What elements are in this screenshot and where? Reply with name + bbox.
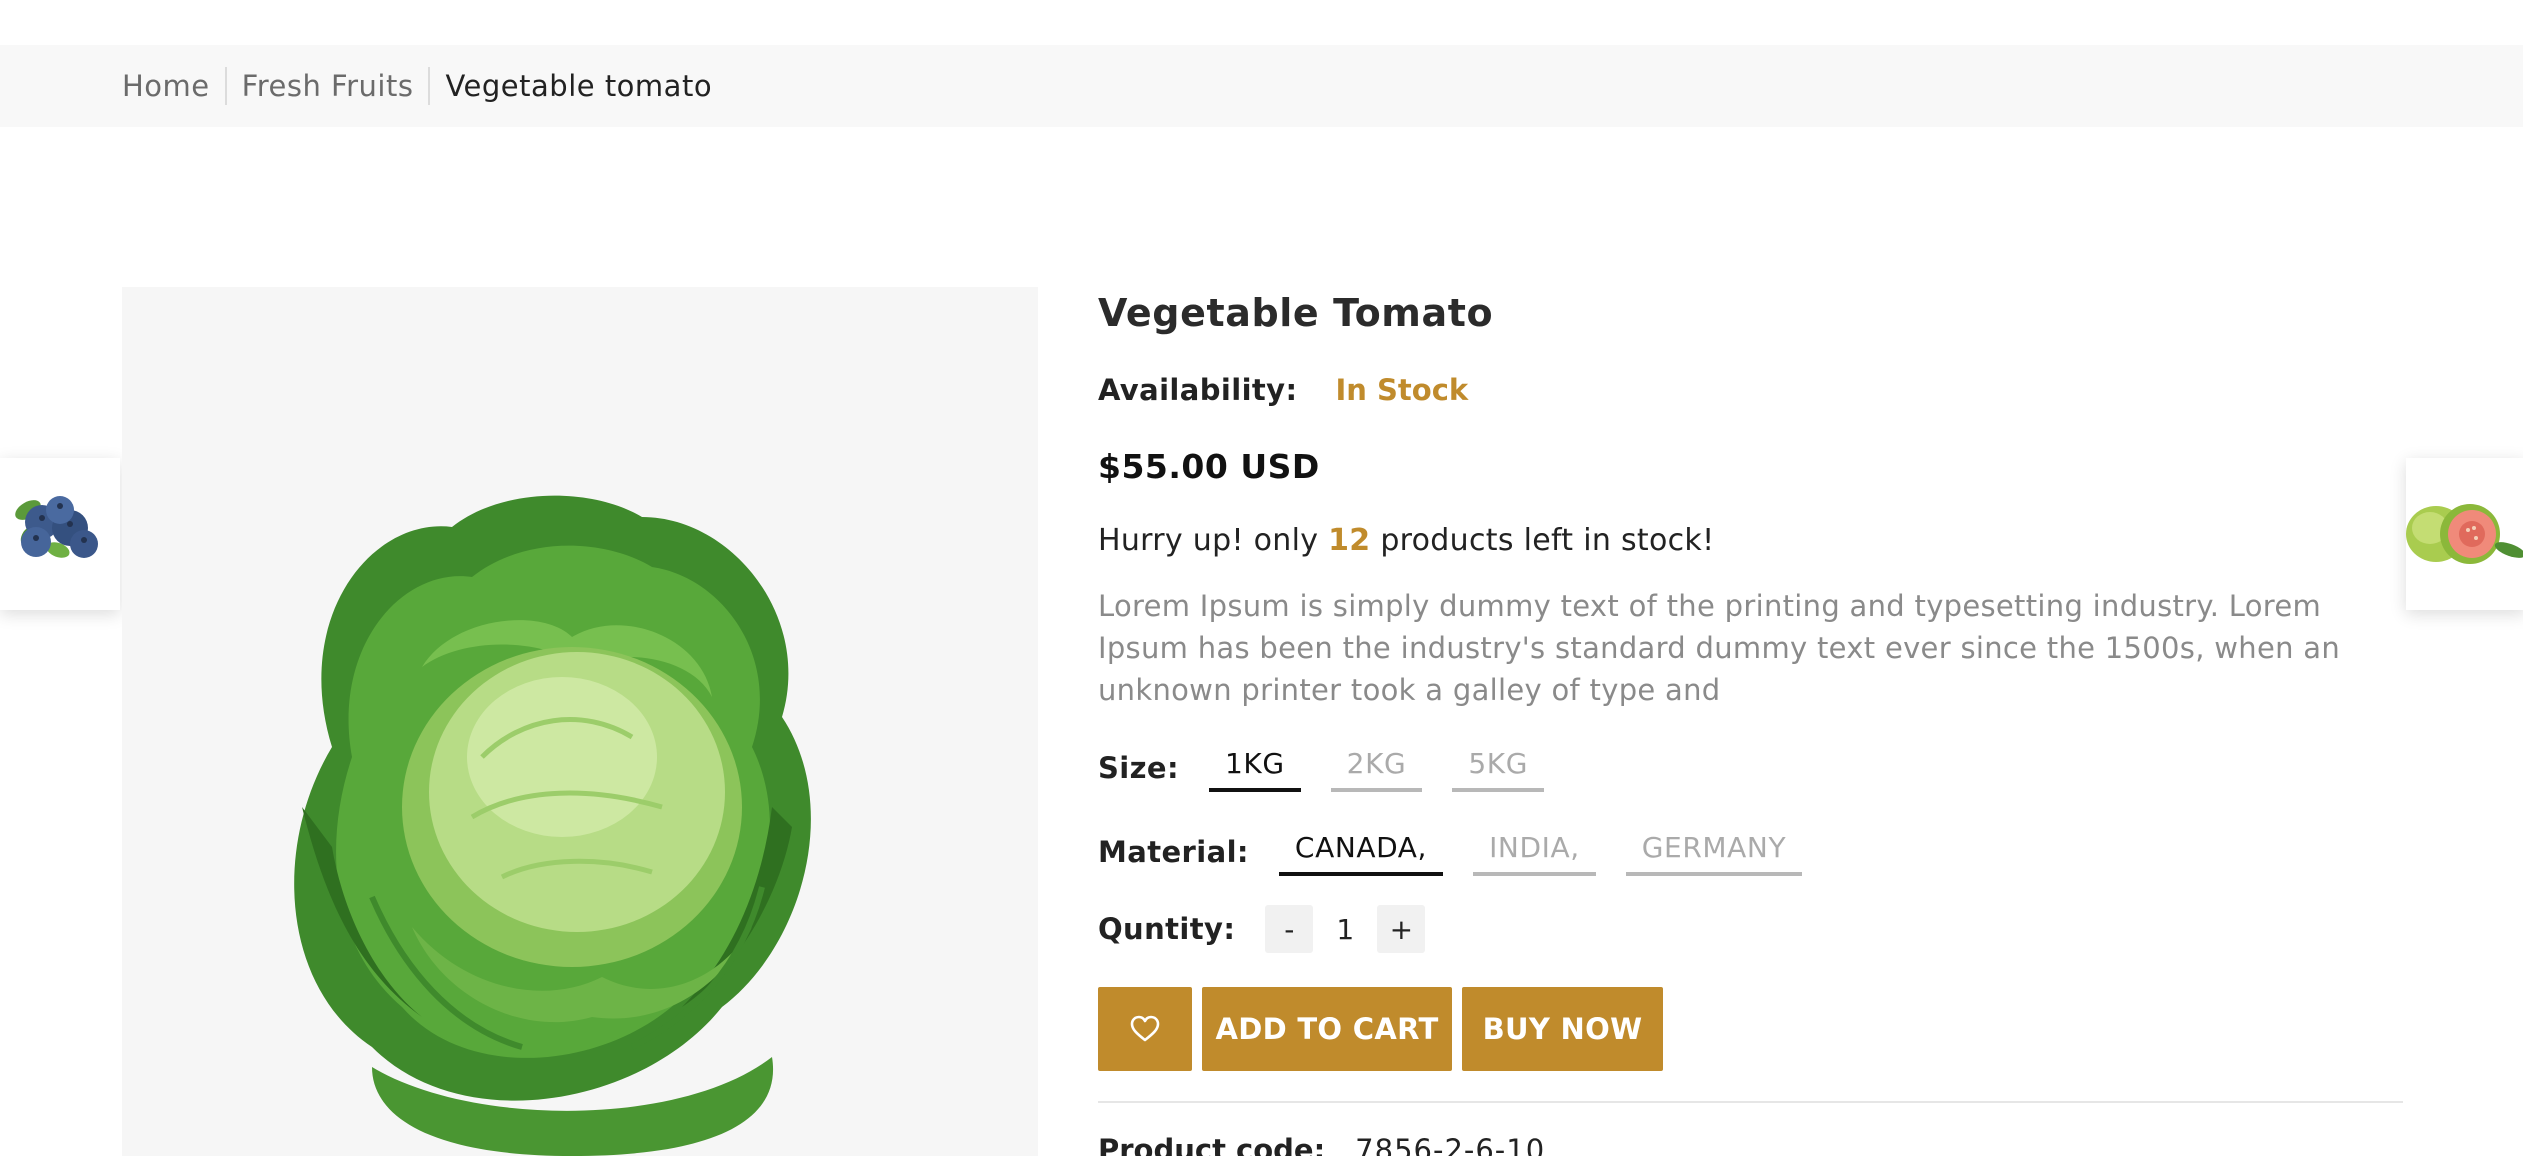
product-title: Vegetable Tomato	[1098, 291, 1494, 335]
availability-status: In Stock	[1335, 373, 1469, 407]
stock-notice-prefix: Hurry up! only	[1098, 523, 1319, 558]
purchase-actions: ADD TO CART BUY NOW	[1098, 987, 1673, 1071]
breadcrumb-bar: Home Fresh Fruits Vegetable tomato	[0, 45, 2523, 127]
blueberries-image	[15, 496, 98, 558]
add-to-cart-button[interactable]: ADD TO CART	[1202, 987, 1452, 1071]
product-image-gallery[interactable]	[122, 287, 1038, 1156]
size-selector: Size: 1KG 2KG 5KG	[1098, 743, 1574, 792]
product-price: $55.00 USD	[1098, 447, 1320, 486]
material-option-germany[interactable]: GERMANY	[1625, 827, 1803, 876]
wishlist-button[interactable]	[1098, 987, 1192, 1071]
quantity-input[interactable]: 1	[1313, 913, 1377, 946]
quantity-label: Quntity:	[1098, 912, 1236, 946]
previous-product-thumbnail[interactable]	[0, 458, 120, 610]
buy-now-button[interactable]: BUY NOW	[1462, 987, 1663, 1071]
material-selector: Material: CANADA, INDIA, GERMANY	[1098, 827, 1832, 876]
quantity-increase-button[interactable]: +	[1377, 905, 1426, 953]
breadcrumb-fresh-fruits[interactable]: Fresh Fruits	[224, 67, 429, 105]
breadcrumb-current: Vegetable tomato	[428, 67, 727, 105]
availability-label: Availability:	[1098, 373, 1298, 407]
stock-notice: Hurry up! only 12 products left in stock…	[1098, 523, 1714, 558]
product-description: Lorem Ipsum is simply dummy text of the …	[1098, 589, 2341, 707]
product-code: Product code: 7856-2-6-10	[1098, 1133, 1545, 1156]
quantity-decrease-button[interactable]: -	[1265, 905, 1314, 953]
divider	[1098, 1101, 2403, 1103]
product-code-label: Product code:	[1098, 1133, 1326, 1156]
guava-image	[2406, 504, 2523, 564]
size-option-2kg[interactable]: 2KG	[1330, 743, 1423, 792]
size-option-1kg[interactable]: 1KG	[1208, 743, 1301, 792]
stock-notice-suffix: products left in stock!	[1380, 523, 1715, 558]
heart-icon	[1130, 1015, 1160, 1042]
cabbage-image	[252, 417, 912, 1156]
material-option-canada[interactable]: CANADA,	[1278, 827, 1444, 876]
stock-count: 12	[1328, 523, 1371, 558]
size-option-5kg[interactable]: 5KG	[1452, 743, 1545, 792]
breadcrumb: Home Fresh Fruits Vegetable tomato	[122, 45, 727, 127]
next-product-thumbnail[interactable]	[2406, 458, 2523, 610]
material-option-india[interactable]: INDIA,	[1473, 827, 1596, 876]
availability: Availability: In Stock	[1098, 373, 1468, 407]
product-code-value: 7856-2-6-10	[1355, 1133, 1546, 1156]
breadcrumb-home[interactable]: Home	[122, 67, 225, 105]
quantity-stepper: Quntity: - 1 +	[1098, 905, 1426, 953]
material-label: Material:	[1098, 834, 1249, 869]
size-label: Size:	[1098, 750, 1179, 785]
